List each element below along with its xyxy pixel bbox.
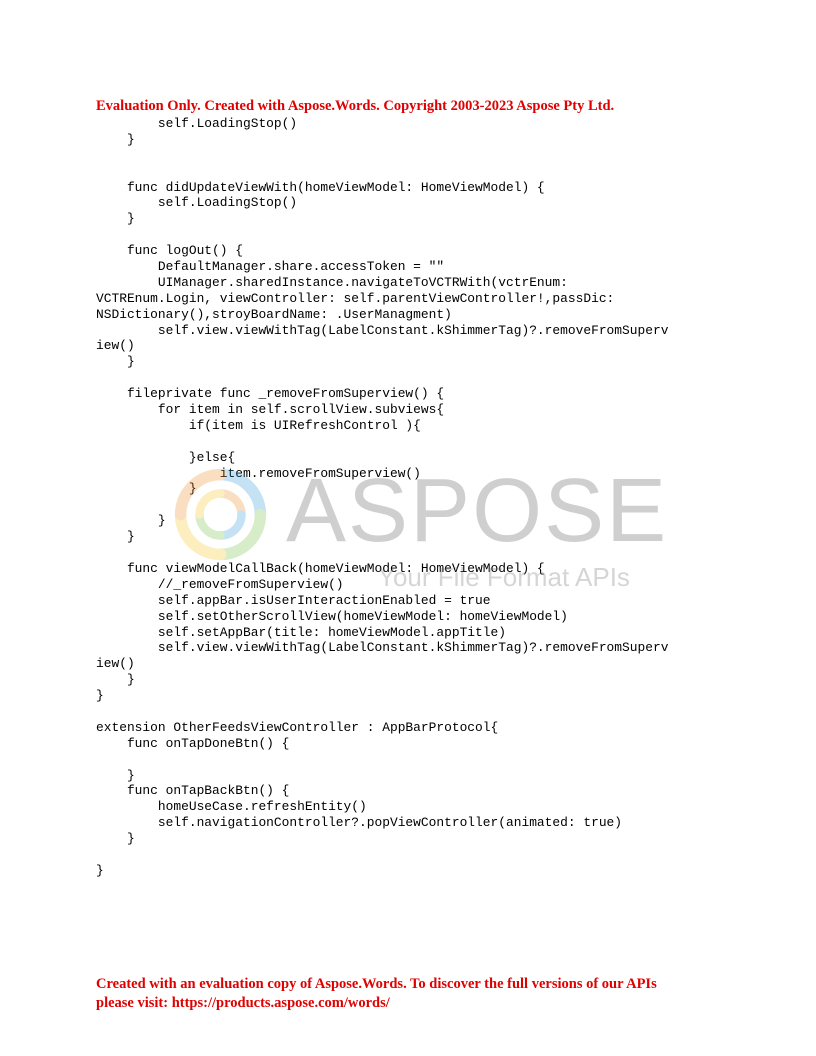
code-line: for item in self.scrollView.subviews{	[96, 402, 445, 418]
code-line: fileprivate func _removeFromSuperview() …	[96, 386, 445, 402]
code-line: }	[96, 688, 104, 704]
evaluation-footer-notice: Created with an evaluation copy of Aspos…	[96, 975, 736, 1013]
code-line: }	[96, 131, 135, 147]
code-line: if(item is UIRefreshControl ){	[96, 417, 421, 433]
code-line: NSDictionary(),stroyBoardName: .UserMana…	[96, 306, 452, 322]
code-line: func onTapDoneBtn() {	[96, 735, 290, 751]
code-block: self.LoadingStop() } func didUpdateViewW…	[96, 116, 756, 879]
code-line: }else{	[96, 449, 236, 465]
code-line: homeUseCase.refreshEntity()	[96, 799, 367, 815]
code-line: }	[96, 513, 166, 529]
code-line: self.LoadingStop()	[96, 116, 298, 131]
code-line: self.LoadingStop()	[96, 195, 298, 211]
code-line: self.view.viewWithTag(LabelConstant.kShi…	[96, 640, 669, 656]
code-line: }	[96, 354, 135, 370]
code-line: self.setAppBar(title: homeViewModel.appT…	[96, 624, 506, 640]
code-line: func didUpdateViewWith(homeViewModel: Ho…	[96, 179, 545, 195]
evaluation-header-notice: Evaluation Only. Created with Aspose.Wor…	[96, 98, 615, 114]
code-line: iew()	[96, 656, 135, 672]
code-line: item.removeFromSuperview()	[96, 465, 421, 481]
footer-notice-line-2: please visit: https://products.aspose.co…	[96, 995, 390, 1011]
code-line: }	[96, 767, 135, 783]
code-line: self.appBar.isUserInteractionEnabled = t…	[96, 592, 491, 608]
code-line: }	[96, 211, 135, 227]
code-line: UIManager.sharedInstance.navigateToVCTRW…	[96, 274, 568, 290]
code-line: //_removeFromSuperview()	[96, 576, 344, 592]
code-line: func logOut() {	[96, 243, 243, 259]
code-line: }	[96, 862, 104, 878]
code-line: self.setOtherScrollView(homeViewModel: h…	[96, 608, 568, 624]
code-line: }	[96, 831, 135, 847]
code-line: }	[96, 672, 135, 688]
code-line: iew()	[96, 338, 135, 354]
code-line: VCTREnum.Login, viewController: self.par…	[96, 290, 615, 306]
code-line: func viewModelCallBack(homeViewModel: Ho…	[96, 560, 545, 576]
footer-notice-line-1: Created with an evaluation copy of Aspos…	[96, 976, 657, 992]
code-line: DefaultManager.share.accessToken = ""	[96, 259, 445, 275]
code-line: }	[96, 529, 135, 545]
code-line: self.navigationController?.popViewContro…	[96, 815, 623, 831]
code-line: extension OtherFeedsViewController : App…	[96, 719, 499, 735]
code-line: self.view.viewWithTag(LabelConstant.kShi…	[96, 322, 669, 338]
code-line: }	[96, 481, 197, 497]
code-line: func onTapBackBtn() {	[96, 783, 290, 799]
